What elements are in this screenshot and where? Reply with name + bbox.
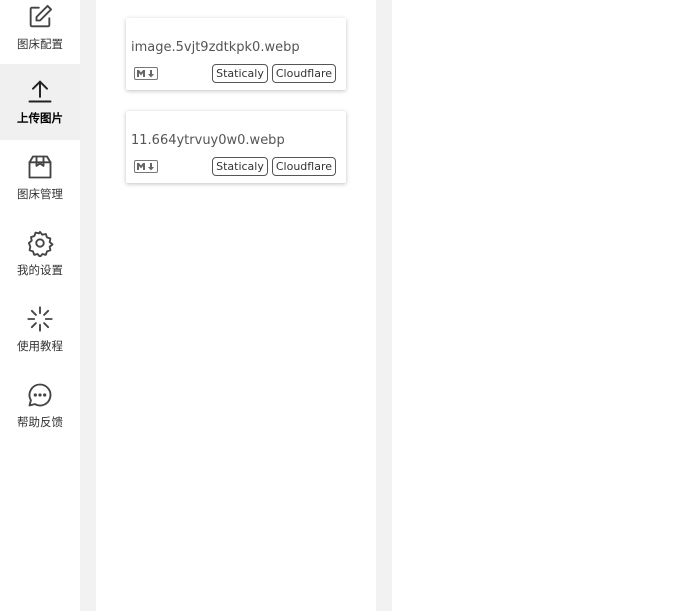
chat-icon [25, 380, 55, 410]
sidebar-item-image-host-manage[interactable]: 图床管理 [0, 140, 80, 216]
markdown-icon[interactable] [134, 67, 158, 80]
cloudflare-link-tag[interactable]: Cloudflare [271, 157, 336, 176]
staticaly-link-tag[interactable]: Staticaly [212, 157, 268, 176]
sidebar-item-label: 上传图片 [17, 111, 63, 125]
gear-icon [25, 228, 55, 258]
sidebar-item-image-host-config[interactable]: 图床配置 [0, 0, 80, 66]
sidebar-nav: 图床配置 上传图片 图床管理 我的设置 使用教程 帮助反馈 [0, 0, 80, 611]
sidebar-item-tutorial[interactable]: 使用教程 [0, 292, 80, 368]
preview-area [392, 0, 697, 611]
edit-icon [25, 2, 55, 32]
upload-icon [25, 76, 55, 106]
staticaly-link-tag[interactable]: Staticaly [212, 64, 268, 83]
sidebar-item-label: 图床配置 [17, 37, 63, 51]
upload-tags: Staticaly Cloudflare [212, 64, 336, 83]
sidebar-item-feedback[interactable]: 帮助反馈 [0, 368, 80, 444]
sparkle-icon [25, 304, 55, 334]
sidebar-item-label: 图床管理 [17, 187, 63, 201]
upload-filename: 11.664ytrvuy0w0.webp [131, 133, 285, 148]
upload-card: image.5vjt9zdtkpk0.webp Staticaly Cloudf… [126, 18, 346, 90]
upload-tags: Staticaly Cloudflare [212, 157, 336, 176]
upload-list-panel [96, 0, 376, 611]
sidebar-item-label: 我的设置 [17, 263, 63, 277]
upload-filename: image.5vjt9zdtkpk0.webp [131, 40, 300, 55]
upload-card: 11.664ytrvuy0w0.webp Staticaly Cloudflar… [126, 111, 346, 183]
gutter-right [376, 0, 392, 611]
gutter-left [80, 0, 96, 611]
sidebar-item-upload[interactable]: 上传图片 [0, 64, 80, 140]
sidebar-item-label: 使用教程 [17, 339, 63, 353]
cloudflare-link-tag[interactable]: Cloudflare [271, 64, 336, 83]
sidebar-item-label: 帮助反馈 [17, 415, 63, 429]
sidebar-item-settings[interactable]: 我的设置 [0, 216, 80, 292]
markdown-icon[interactable] [134, 160, 158, 173]
box-icon [25, 152, 55, 182]
